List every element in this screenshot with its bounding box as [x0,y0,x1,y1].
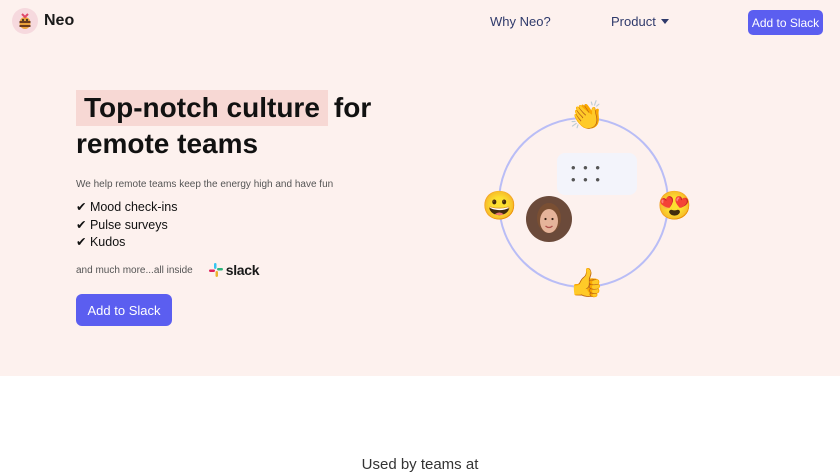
nav-link-product[interactable]: Product [611,14,669,29]
slack-wordmark: slack [225,262,260,278]
hero-headline: Top-notch culture for remote teams [76,90,371,162]
more-inside-slack: and much more...all inside slack [76,262,260,278]
slack-logo: slack [208,262,260,278]
feature-list: ✔ Mood check-ins ✔ Pulse surveys ✔ Kudos [76,199,177,252]
headline-highlight: Top-notch culture [76,90,328,126]
feature-item-pulse: ✔ Pulse surveys [76,217,168,232]
heart-eyes-icon: 😍 [657,190,692,221]
headline-after: for [333,92,372,123]
brand-name[interactable]: Neo [44,12,74,30]
chevron-down-icon [660,19,669,24]
slack-icon [208,263,223,277]
bee-icon [19,13,31,29]
orbit-ring [498,117,669,288]
feature-item-mood: ✔ Mood check-ins [76,200,178,214]
add-to-slack-nav-button[interactable]: Add to Slack [748,10,823,35]
used-by-heading: Used by teams at [361,456,479,472]
clapping-hands-icon: 👏 [569,100,604,131]
more-text: and much more...all inside [76,264,193,276]
feature-item-kudos: ✔ Kudos [76,235,126,249]
neo-logo-icon[interactable] [12,8,38,34]
hero-subtitle: We help remote teams keep the energy hig… [76,179,334,190]
nav-product-label: Product [611,14,656,29]
avatar-portrait [526,196,572,242]
thumbs-up-icon: 👍 [569,267,604,298]
typing-dots-icon: • • • • • • [571,160,602,187]
add-to-slack-hero-button[interactable]: Add to Slack [76,294,172,326]
avatar [526,196,572,242]
nav-link-why-neo[interactable]: Why Neo? [490,14,551,29]
grinning-face-icon: 😀 [482,190,517,221]
headline-line2: remote teams [76,128,259,159]
